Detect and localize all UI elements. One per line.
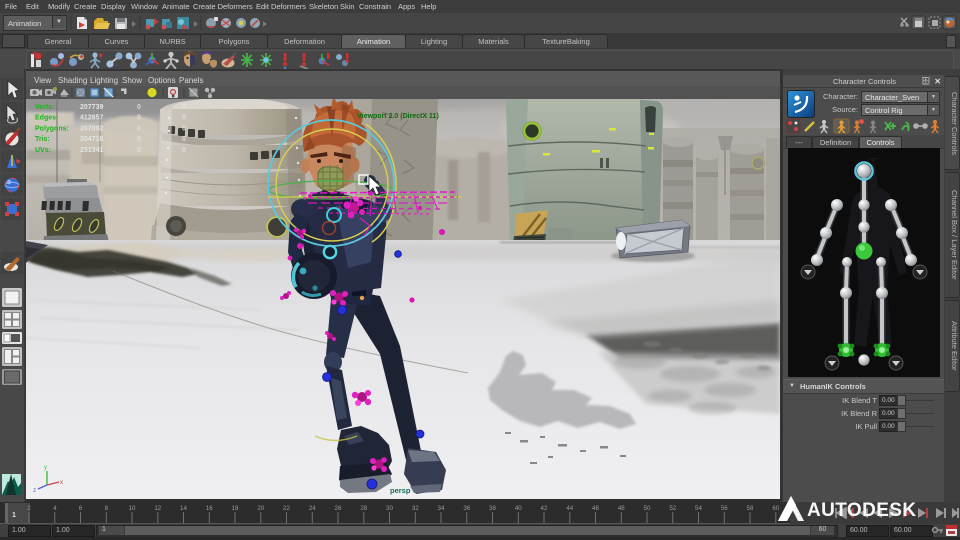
svg-text:42: 42 <box>541 505 548 512</box>
svg-text:0: 0 <box>137 136 141 143</box>
svg-text:58: 58 <box>747 505 754 512</box>
svg-text:Edges:: Edges: <box>35 115 58 122</box>
svg-text:0: 0 <box>182 136 186 143</box>
svg-text:0: 0 <box>182 125 186 132</box>
svg-text:56: 56 <box>721 505 728 512</box>
svg-text:UVs:: UVs: <box>35 147 51 154</box>
svg-text:50: 50 <box>644 505 651 512</box>
svg-text:persp: persp <box>390 486 411 495</box>
svg-text:60: 60 <box>772 505 779 512</box>
svg-text:12: 12 <box>154 505 161 512</box>
svg-text:0: 0 <box>182 147 186 154</box>
svg-text:52: 52 <box>669 505 676 512</box>
svg-text:48: 48 <box>618 505 625 512</box>
svg-text:1: 1 <box>12 512 16 519</box>
svg-text:251341: 251341 <box>80 147 103 154</box>
svg-text:46: 46 <box>592 505 599 512</box>
svg-text:y: y <box>44 465 47 471</box>
svg-text:0: 0 <box>137 115 141 122</box>
svg-text:0: 0 <box>137 104 141 111</box>
svg-text:304718: 304718 <box>80 136 103 143</box>
svg-text:14: 14 <box>180 505 187 512</box>
svg-text:412857: 412857 <box>80 115 103 122</box>
svg-text:z: z <box>33 488 36 494</box>
svg-text:2: 2 <box>27 505 31 512</box>
svg-text:36: 36 <box>463 505 470 512</box>
svg-text:34: 34 <box>438 505 445 512</box>
svg-text:4: 4 <box>53 505 57 512</box>
svg-text:16: 16 <box>206 505 213 512</box>
svg-text:0: 0 <box>137 147 141 154</box>
svg-text:54: 54 <box>695 505 702 512</box>
svg-text:Viewport 2.0 (DirectX 11): Viewport 2.0 (DirectX 11) <box>357 113 439 120</box>
svg-text:Polygons:: Polygons: <box>35 125 69 132</box>
svg-text:0: 0 <box>182 115 186 122</box>
svg-text:Tris:: Tris: <box>35 136 50 143</box>
svg-text:0: 0 <box>137 125 141 132</box>
svg-text:32: 32 <box>412 505 419 512</box>
svg-text:Verts:: Verts: <box>35 104 54 111</box>
svg-text:40: 40 <box>515 505 522 512</box>
svg-text:0: 0 <box>182 104 186 111</box>
svg-text:20: 20 <box>257 505 264 512</box>
svg-text:207092: 207092 <box>80 125 103 132</box>
svg-text:26: 26 <box>335 505 342 512</box>
svg-text:207739: 207739 <box>80 104 103 111</box>
svg-text:30: 30 <box>386 505 393 512</box>
svg-text:44: 44 <box>566 505 573 512</box>
svg-text:18: 18 <box>232 505 239 512</box>
svg-text:24: 24 <box>309 505 316 512</box>
svg-text:8: 8 <box>105 505 109 512</box>
svg-text:28: 28 <box>360 505 367 512</box>
svg-text:6: 6 <box>79 505 83 512</box>
svg-text:10: 10 <box>129 505 136 512</box>
svg-text:22: 22 <box>283 505 290 512</box>
svg-text:38: 38 <box>489 505 496 512</box>
svg-text:x: x <box>60 480 63 486</box>
